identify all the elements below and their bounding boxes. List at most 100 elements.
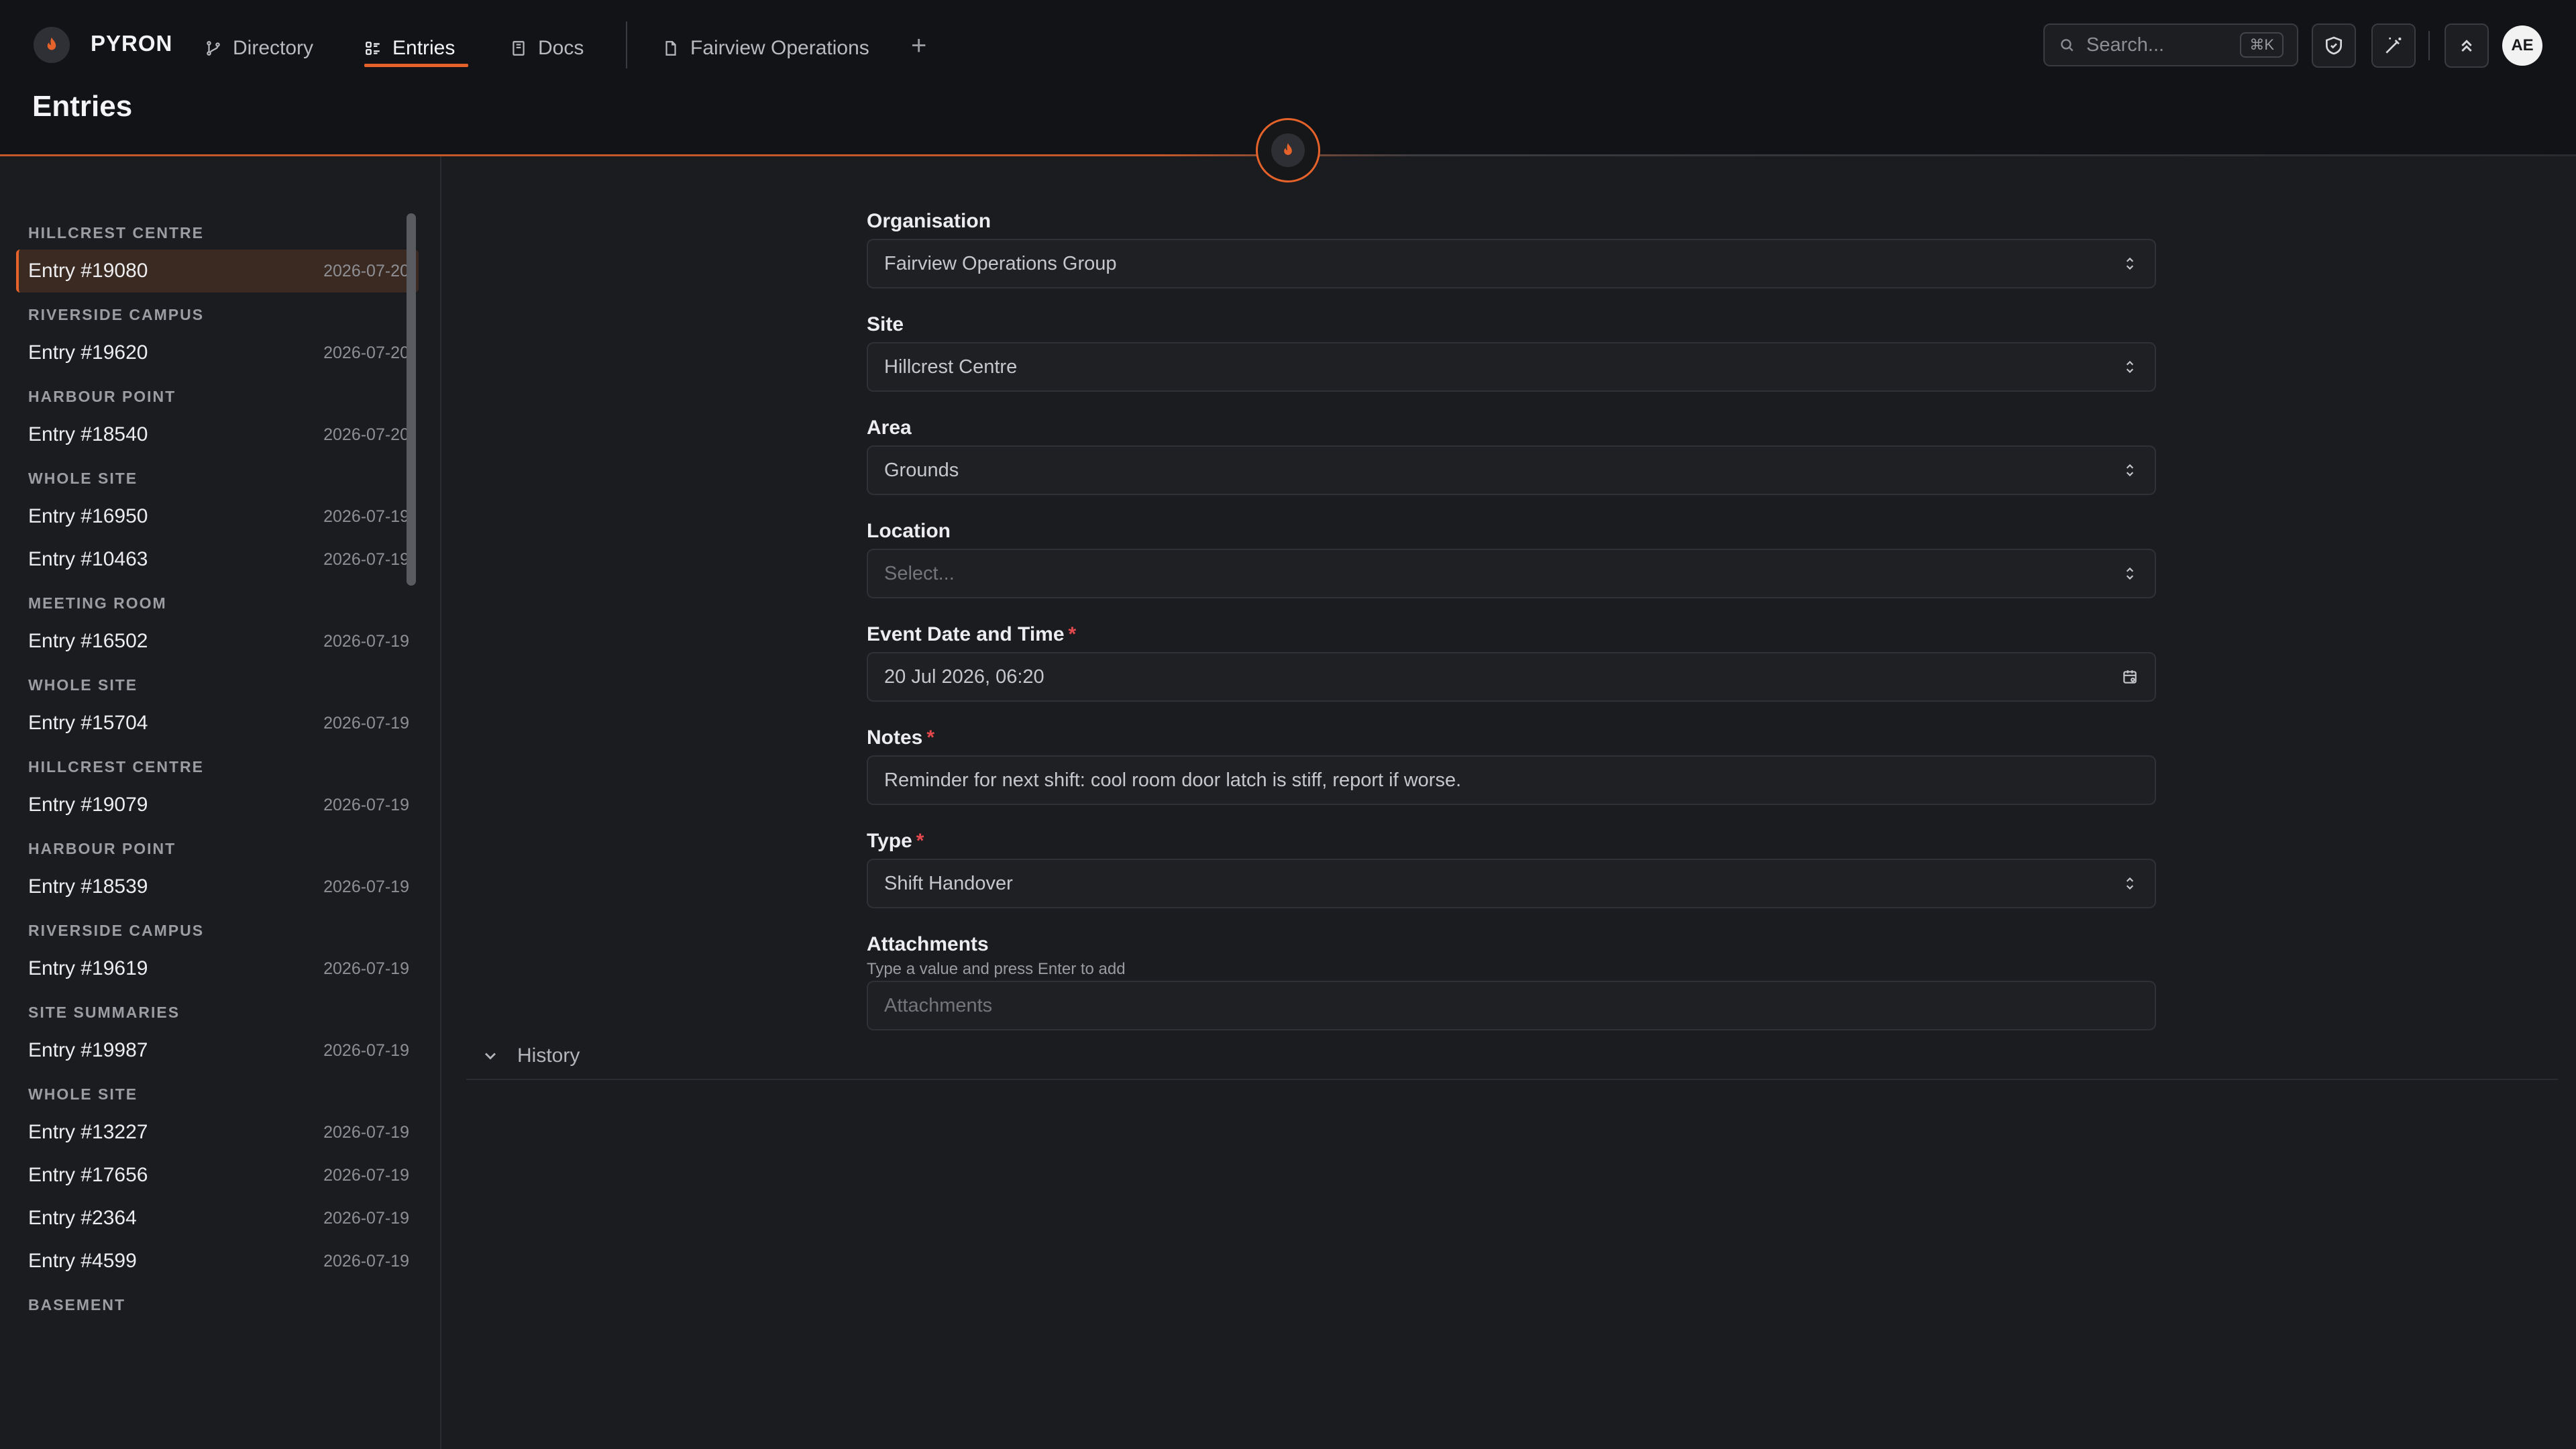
sidebar-scrollbar[interactable] bbox=[407, 213, 416, 586]
nav-divider bbox=[626, 21, 627, 68]
entries-list: HILLCREST CENTRE Entry #19080 2026-07-20 RI… bbox=[16, 212, 419, 1327]
tab-entries[interactable]: Entries bbox=[364, 32, 455, 64]
page-title: Entries bbox=[32, 90, 133, 123]
site-field: Site Hillcrest Centre bbox=[867, 311, 2156, 392]
entry-label: Entry #13227 bbox=[28, 1121, 148, 1143]
sidebar-group: HILLCREST CENTRE Entry #19080 2026-07-20 bbox=[16, 216, 419, 292]
attachments-label: Attachments bbox=[867, 933, 989, 955]
organisation-label: Organisation bbox=[867, 210, 991, 232]
sidebar-entry-item[interactable]: Entry #2364 2026-07-19 bbox=[16, 1197, 419, 1240]
entry-form: Organisation Fairview Operations Group S… bbox=[867, 208, 2156, 1053]
attachments-input[interactable]: Attachments bbox=[867, 981, 2156, 1030]
collapse-button[interactable] bbox=[2445, 23, 2489, 68]
tab-open-doc-label: Fairview Operations bbox=[690, 37, 869, 59]
sidebar-group: BASEMENT bbox=[16, 1288, 419, 1322]
sidebar-group-label: WHOLE SITE bbox=[28, 1085, 138, 1103]
book-icon bbox=[513, 41, 525, 56]
sidebar-entry-item[interactable]: Entry #10463 2026-07-19 bbox=[16, 538, 419, 581]
entry-label: Entry #10463 bbox=[28, 548, 148, 570]
notes-input[interactable]: Reminder for next shift: cool room door … bbox=[867, 755, 2156, 805]
tab-docs[interactable]: Docs bbox=[510, 32, 584, 64]
entry-label: Entry #17656 bbox=[28, 1164, 148, 1186]
sidebar-entry-item[interactable]: Entry #19080 2026-07-20 bbox=[16, 250, 419, 292]
sidebar-entry-item[interactable]: Entry #19619 2026-07-19 bbox=[16, 947, 419, 990]
site-select[interactable]: Hillcrest Centre bbox=[867, 342, 2156, 392]
sidebar-entry-item[interactable]: Entry #17656 2026-07-19 bbox=[16, 1154, 419, 1197]
required-mark: * bbox=[916, 830, 924, 852]
sidebar-group-label: RIVERSIDE CAMPUS bbox=[28, 921, 205, 939]
entry-date: 2026-07-19 bbox=[323, 713, 409, 733]
entry-label: Entry #19987 bbox=[28, 1039, 148, 1061]
sidebar-group: MEETING ROOM Entry #16502 2026-07-19 bbox=[16, 586, 419, 663]
type-label: Type * bbox=[867, 830, 924, 852]
area-value: Grounds bbox=[884, 459, 959, 481]
list-icon bbox=[366, 42, 380, 55]
search-icon bbox=[2061, 39, 2074, 52]
event-datetime-input[interactable]: 20 Jul 2026, 06:20 bbox=[867, 652, 2156, 702]
sidebar-entry-item[interactable]: Entry #13227 2026-07-19 bbox=[16, 1111, 419, 1154]
entry-label: Entry #4599 bbox=[28, 1250, 137, 1272]
entry-date: 2026-07-19 bbox=[323, 631, 409, 651]
magic-wand-button[interactable] bbox=[2371, 23, 2416, 68]
toolbar-separator bbox=[2428, 31, 2430, 60]
chevron-down-icon bbox=[485, 1053, 496, 1060]
entry-label: Entry #19620 bbox=[28, 341, 148, 364]
area-select[interactable]: Grounds bbox=[867, 445, 2156, 495]
search-input[interactable]: Search... ⌘K bbox=[2043, 23, 2298, 66]
entry-date: 2026-07-20 bbox=[323, 425, 409, 444]
location-select[interactable]: Select... bbox=[867, 549, 2156, 598]
tab-docs-label: Docs bbox=[538, 37, 584, 59]
chevron-updown-icon bbox=[2126, 877, 2134, 890]
sidebar-entry-item[interactable]: Entry #18540 2026-07-20 bbox=[16, 413, 419, 456]
calendar-icon[interactable] bbox=[2121, 668, 2139, 686]
organisation-value: Fairview Operations Group bbox=[884, 252, 1117, 274]
magic-wand-icon bbox=[2385, 38, 2402, 54]
sidebar-entry-item[interactable]: Entry #4599 2026-07-19 bbox=[16, 1240, 419, 1283]
sidebar-entry-item[interactable]: Entry #19620 2026-07-20 bbox=[16, 331, 419, 374]
shield-check-icon bbox=[2326, 36, 2342, 55]
chevron-updown-icon bbox=[2126, 567, 2134, 580]
entry-label: Entry #18539 bbox=[28, 875, 148, 898]
entry-date: 2026-07-19 bbox=[323, 795, 409, 814]
entry-label: Entry #18540 bbox=[28, 423, 148, 445]
type-value: Shift Handover bbox=[884, 872, 1013, 894]
sidebar-entry-item[interactable]: Entry #16502 2026-07-19 bbox=[16, 620, 419, 663]
sidebar-group: RIVERSIDE CAMPUS Entry #19620 2026-07-20 bbox=[16, 298, 419, 374]
entry-label: Entry #15704 bbox=[28, 712, 148, 734]
sidebar-group-label: RIVERSIDE CAMPUS bbox=[28, 305, 205, 323]
organisation-select[interactable]: Fairview Operations Group bbox=[867, 239, 2156, 288]
organisation-field: Organisation Fairview Operations Group bbox=[867, 208, 2156, 288]
type-field: Type * Shift Handover bbox=[867, 828, 2156, 908]
sidebar-group-label: WHOLE SITE bbox=[28, 469, 138, 487]
center-logo-badge[interactable] bbox=[1256, 118, 1320, 182]
entry-date: 2026-07-20 bbox=[323, 343, 409, 362]
tab-open-doc[interactable]: Fairview Operations bbox=[662, 32, 869, 64]
type-select[interactable]: Shift Handover bbox=[867, 859, 2156, 908]
history-label: History bbox=[517, 1044, 580, 1067]
sidebar-group: HARBOUR POINT Entry #18540 2026-07-20 bbox=[16, 380, 419, 456]
add-tab-button[interactable]: + bbox=[911, 31, 926, 60]
sidebar-entry-item[interactable]: Entry #16950 2026-07-19 bbox=[16, 495, 419, 538]
brand-logo-icon[interactable] bbox=[34, 27, 70, 63]
sidebar-entry-item[interactable]: Entry #19079 2026-07-19 bbox=[16, 784, 419, 826]
entry-label: Entry #19079 bbox=[28, 794, 148, 816]
entry-date: 2026-07-19 bbox=[323, 1208, 409, 1228]
required-mark: * bbox=[1068, 623, 1077, 645]
sidebar-entry-item[interactable]: Entry #19987 2026-07-19 bbox=[16, 1029, 419, 1072]
sidebar-entry-item[interactable]: Entry #15704 2026-07-19 bbox=[16, 702, 419, 745]
chevrons-up-icon bbox=[2461, 40, 2472, 52]
entry-label: Entry #16950 bbox=[28, 505, 148, 527]
entry-label: Entry #16502 bbox=[28, 630, 148, 652]
event-datetime-value: 20 Jul 2026, 06:20 bbox=[884, 665, 1044, 688]
shield-button[interactable] bbox=[2312, 23, 2356, 68]
area-field: Area Grounds bbox=[867, 415, 2156, 495]
sidebar-entry-item[interactable]: Entry #18539 2026-07-19 bbox=[16, 865, 419, 908]
entry-date: 2026-07-19 bbox=[323, 877, 409, 896]
entry-date: 2026-07-19 bbox=[323, 549, 409, 569]
history-toggle[interactable]: History bbox=[466, 1033, 2558, 1080]
entry-date: 2026-07-19 bbox=[323, 1040, 409, 1060]
avatar[interactable]: AE bbox=[2502, 25, 2542, 66]
sidebar-group: SITE SUMMARIES Entry #19987 2026-07-19 bbox=[16, 996, 419, 1072]
tab-directory[interactable]: Directory bbox=[205, 32, 313, 64]
required-mark: * bbox=[926, 727, 935, 749]
